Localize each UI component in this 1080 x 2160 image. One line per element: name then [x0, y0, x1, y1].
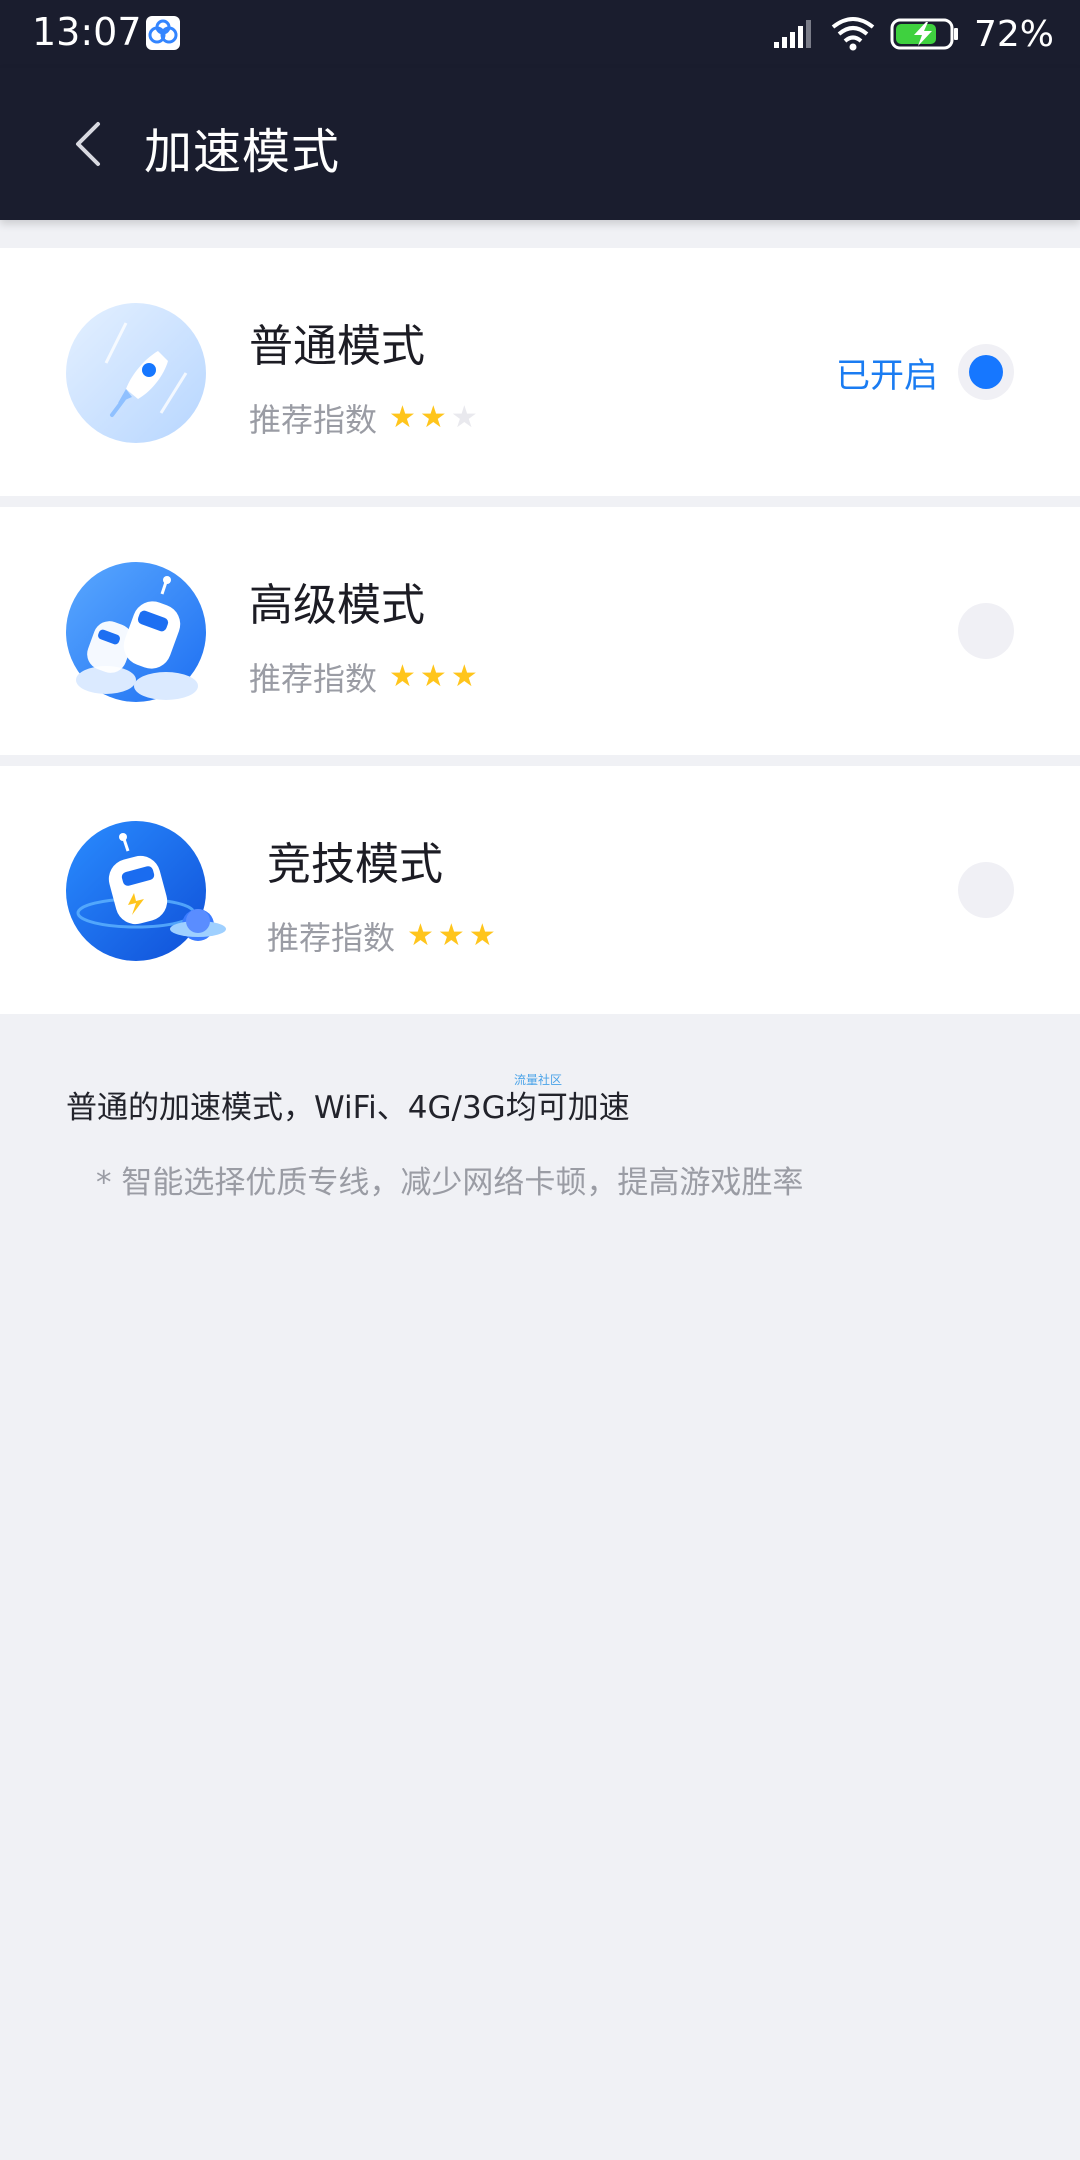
star-icon: ★ [419, 659, 447, 694]
wifi-icon [831, 17, 875, 51]
mode-radio-advanced[interactable] [958, 603, 1014, 659]
rating-label: 推荐指数 [249, 660, 378, 698]
chevron-left-icon [76, 122, 100, 166]
radio-selected-dot [969, 355, 1003, 389]
star-icon: ★ [437, 918, 465, 953]
mode-description-note: * 智能选择优质专线，减少网络卡顿，提高游戏胜率 [96, 1165, 804, 1201]
robot-icon [66, 562, 206, 702]
rocket-icon [66, 303, 206, 443]
rating-label: 推荐指数 [249, 401, 378, 439]
app-bar: 加速模式 [0, 68, 1080, 220]
star-rating: ★ ★ ★ [389, 662, 478, 692]
star-icon: ★ [407, 918, 434, 953]
mode-description: 普通的加速模式，WiFi、4G/3G均可加速 [66, 1090, 630, 1126]
robot-planet-icon [66, 821, 226, 961]
mode-title: 普通模式 [249, 321, 425, 372]
star-icon: ★ [389, 400, 416, 435]
back-button[interactable] [62, 112, 116, 176]
star-icon: ★ [450, 400, 478, 435]
status-time: 13:07 [32, 10, 142, 54]
mode-radio-competitive[interactable] [958, 862, 1014, 918]
star-rating: ★ ★ ★ [389, 403, 478, 433]
signal-icon [773, 20, 811, 48]
mode-title: 竞技模式 [267, 839, 443, 890]
mode-title: 高级模式 [249, 580, 425, 631]
mode-radio-normal[interactable] [958, 344, 1014, 400]
mode-rating: 推荐指数 ★ ★ ★ [249, 395, 478, 441]
mode-rating: 推荐指数 ★ ★ ★ [267, 913, 496, 959]
star-icon: ★ [450, 659, 478, 694]
star-rating: ★ ★ ★ [407, 921, 496, 951]
enabled-status: 已开启 [836, 356, 938, 396]
rating-label: 推荐指数 [267, 919, 396, 957]
star-icon: ★ [468, 918, 496, 953]
star-icon: ★ [419, 400, 447, 435]
battery-percent: 72% [973, 13, 1054, 55]
battery-charging-icon [890, 18, 958, 50]
status-bar: 13:07 72% [0, 0, 1080, 68]
page-title: 加速模式 [144, 124, 341, 180]
mode-card-advanced[interactable]: 高级模式 推荐指数 ★ ★ ★ [0, 507, 1080, 755]
mode-card-normal[interactable]: 普通模式 推荐指数 ★ ★ ★ 已开启 [0, 248, 1080, 496]
mode-card-competitive[interactable]: 竞技模式 推荐指数 ★ ★ ★ [0, 766, 1080, 1014]
mode-rating: 推荐指数 ★ ★ ★ [249, 654, 478, 700]
baidu-cloud-icon [146, 16, 180, 50]
star-icon: ★ [389, 659, 416, 694]
